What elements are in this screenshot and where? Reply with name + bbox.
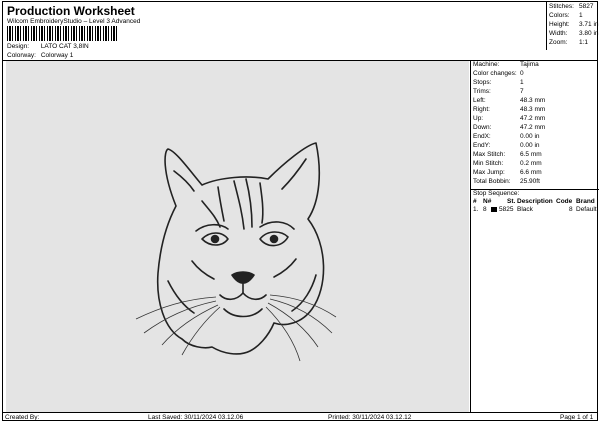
barcode bbox=[7, 26, 119, 41]
design-label: Design: bbox=[7, 43, 30, 50]
row-brand: Default bbox=[576, 206, 597, 213]
design-stats: Stitches: 5827 Colors: 1 Height: 3.71 in Wi… bbox=[546, 2, 599, 50]
info-down: Down: 47.2 mm bbox=[473, 124, 546, 131]
page-title: Production Worksheet bbox=[7, 4, 135, 18]
info-endx: EndX: 0.00 in bbox=[473, 133, 540, 140]
design-value: LATO CAT 3,8IN bbox=[40, 43, 89, 50]
design-row: Design: LATO CAT 3,8IN bbox=[7, 43, 89, 50]
row-needle: 8 bbox=[483, 206, 487, 213]
info-left: Left: 48.3 mm bbox=[473, 97, 546, 104]
color-swatch bbox=[491, 207, 497, 212]
colorway-label: Colorway: bbox=[7, 52, 36, 59]
stat-stitches: Stitches: 5827 bbox=[549, 3, 594, 10]
stat-height: Height: 3.71 in bbox=[549, 21, 599, 28]
info-max-jump: Max Jump: 6.6 mm bbox=[473, 169, 542, 176]
info-color-changes: Color changes: 0 bbox=[473, 70, 524, 77]
design-preview bbox=[6, 61, 469, 412]
col-brand: Brand bbox=[576, 198, 595, 205]
info-stops: Stops: 1 bbox=[473, 79, 524, 86]
stat-colors: Colors: 1 bbox=[549, 12, 583, 19]
row-stitches: 5825 bbox=[499, 206, 514, 213]
software-name: Wilcom EmbroideryStudio – Level 3 Advanc… bbox=[7, 18, 141, 25]
info-up: Up: 47.2 mm bbox=[473, 115, 546, 122]
info-min-stitch: Min Stitch: 0.2 mm bbox=[473, 160, 542, 167]
info-total-bobbin: Total Bobbin: 25.90ft bbox=[473, 178, 540, 185]
stat-zoom: Zoom: 1:1 bbox=[549, 39, 589, 46]
col-code: Code bbox=[556, 198, 573, 205]
info-endy: EndY: 0.00 in bbox=[473, 142, 540, 149]
footer: Created By: Last Saved: 30/11/2024 03.12… bbox=[3, 412, 597, 423]
colorway-row: Colorway: Colorway 1 bbox=[7, 52, 73, 59]
colorway-value: Colorway 1 bbox=[40, 52, 74, 59]
info-machine: Machine: Tajima bbox=[473, 61, 539, 68]
created-by: Created By: bbox=[5, 414, 40, 421]
stat-width: Width: 3.80 in bbox=[549, 30, 599, 37]
col-index: # bbox=[473, 198, 477, 205]
worksheet: Production Worksheet Wilcom EmbroiderySt… bbox=[2, 1, 599, 423]
panel-divider bbox=[470, 60, 471, 412]
stop-sequence-title: Stop Sequence: bbox=[473, 190, 520, 197]
info-trims: Trims: 7 bbox=[473, 88, 524, 95]
info-right: Right: 48.3 mm bbox=[473, 106, 546, 113]
row-description: Black bbox=[517, 206, 533, 213]
cat-design-icon bbox=[135, 142, 337, 362]
row-index: 1. bbox=[473, 206, 479, 213]
last-saved: Last Saved: 30/11/2024 03.12.06 bbox=[148, 414, 244, 421]
page-number: Page 1 of 1 bbox=[560, 414, 594, 421]
row-code: 8 bbox=[569, 206, 573, 213]
col-stitches: St. bbox=[507, 198, 516, 205]
col-description: Description bbox=[517, 198, 553, 205]
col-needle: N# bbox=[483, 198, 492, 205]
printed-date: Printed: 30/11/2024 03.12.12 bbox=[328, 414, 412, 421]
info-max-stitch: Max Stitch: 6.5 mm bbox=[473, 151, 542, 158]
